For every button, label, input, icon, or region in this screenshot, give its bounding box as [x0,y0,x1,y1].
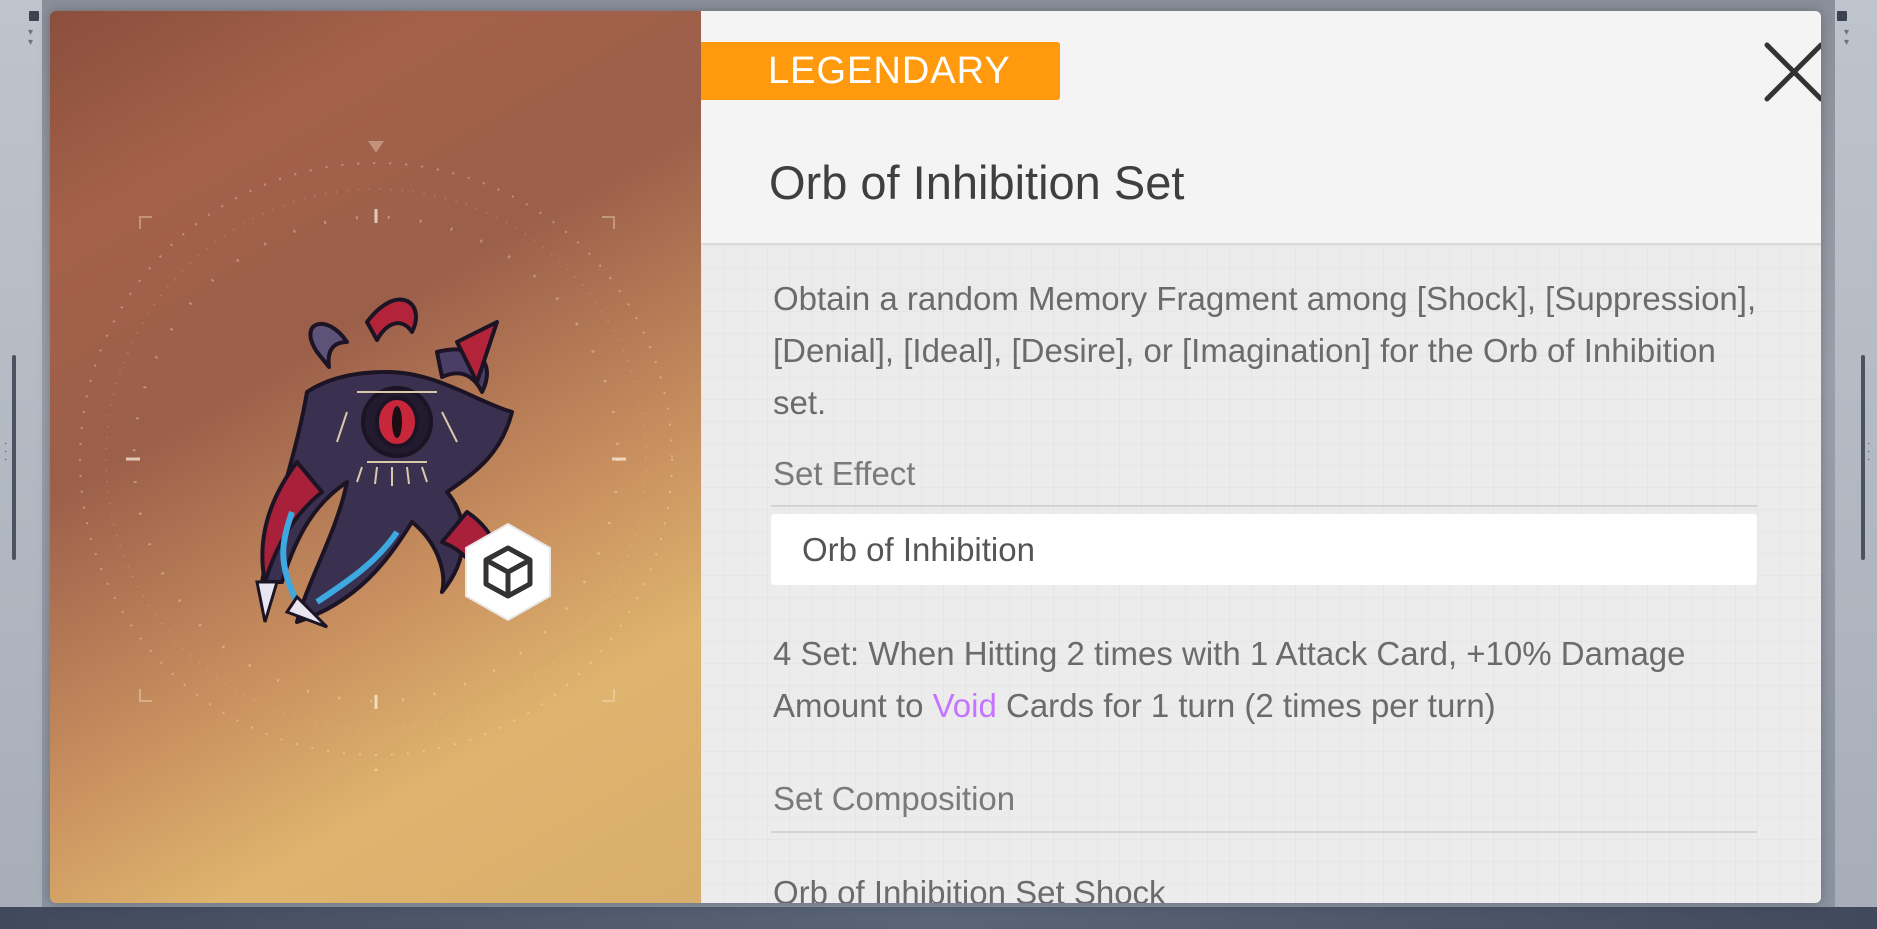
drag-handle-icon[interactable] [1837,11,1847,21]
item-detail-popup: LEGENDARY Orb of Inhibition Set Obtain a… [50,11,1821,903]
close-icon[interactable] [1761,39,1821,105]
set-effect-suffix: Cards for 1 turn (2 times per turn) [996,687,1496,724]
bottom-bar [0,907,1877,929]
grip-dots-icon: · · · [1867,438,1871,465]
scrollbar[interactable] [1861,355,1865,560]
grip-dots-icon: · · · [4,438,8,465]
rarity-badge: LEGENDARY [701,42,1060,100]
drag-handle-icon[interactable] [29,11,39,21]
right-frame: ▾ ▾ · · · [1835,0,1877,929]
set-composition-item[interactable]: Orb of Inhibition Set Shock [773,873,1166,903]
item-header: LEGENDARY Orb of Inhibition Set [701,11,1821,245]
cube-icon [465,522,551,622]
left-frame: ▾ ▾ · · · [0,0,42,929]
set-composition-heading: Set Composition [773,780,1016,817]
set-effect-heading: Set Effect [773,455,916,492]
void-keyword: Void [932,687,997,724]
item-info-panel: LEGENDARY Orb of Inhibition Set Obtain a… [701,11,1821,903]
divider [771,831,1757,833]
item-description: Obtain a random Memory Fragment among [S… [773,280,1757,421]
item-title: Orb of Inhibition Set [769,156,1185,209]
chevron-down-icon: ▾ ▾ [28,27,34,48]
divider [771,505,1757,507]
chevron-down-icon: ▾ ▾ [1843,27,1849,48]
set-name-field: Orb of Inhibition [771,514,1757,585]
scrollbar[interactable] [12,355,16,560]
set-effect-text: 4 Set: When Hitting 2 times with 1 Attac… [773,628,1773,732]
item-artwork-panel [50,11,701,903]
